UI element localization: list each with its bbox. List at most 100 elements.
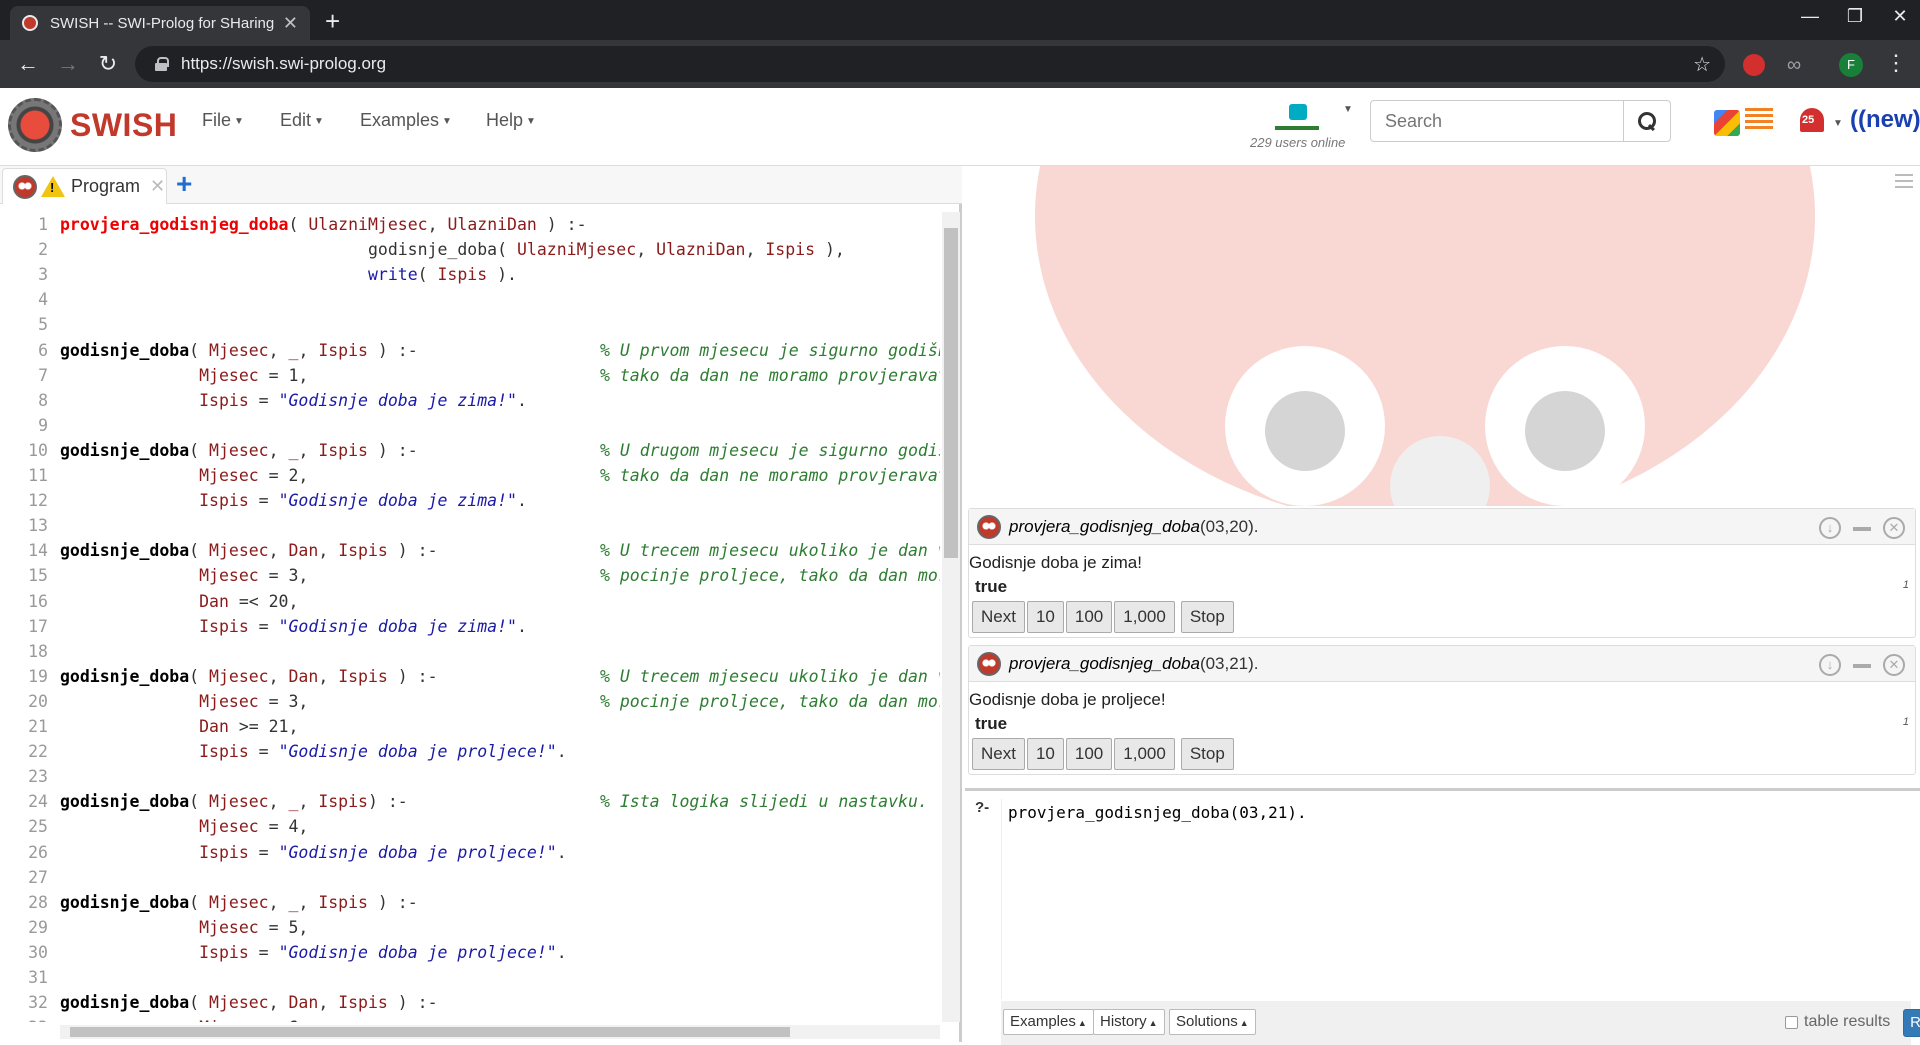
code-line[interactable]: 26 Ispis = "Godisnje doba je proljece!". [0,840,940,865]
code-line[interactable]: 29 Mjesec = 5, [0,915,940,940]
code-line[interactable]: 7 Mjesec = 1, % tako da dan ne moramo pro… [0,363,940,388]
next-100-button[interactable]: 100 [1065,738,1113,770]
close-circle-icon[interactable]: ✕ [1883,654,1905,676]
code-line[interactable]: 11 Mjesec = 2, % tako da dan ne moramo pr… [0,463,940,488]
next-10-button[interactable]: 10 [1026,738,1064,770]
download-icon[interactable]: ↓ [1819,654,1841,676]
code-line[interactable]: 28 godisnje_doba( Mjesec, _, Ispis ) :- [0,890,940,915]
hamburger-menu-icon[interactable] [1895,174,1913,192]
code-line[interactable]: 21 Dan >= 21, [0,714,940,739]
code-line[interactable]: 25 Mjesec = 4, [0,814,940,839]
menu-file[interactable]: File ▼ [202,110,244,131]
caret-down-icon[interactable]: ▼ [1833,118,1843,129]
line-number: 33 [0,1015,50,1022]
back-arrow-icon[interactable]: ← [14,50,42,78]
code-line[interactable]: 20 Mjesec = 3, % pocinje proljece, tako d… [0,689,940,714]
close-tab-icon[interactable]: ✕ [150,176,165,197]
adblock-extension-icon[interactable] [1743,54,1765,76]
editor-horizontal-scrollbar[interactable] [60,1025,940,1039]
browser-tab[interactable]: SWISH -- SWI-Prolog for SHaring ✕ [10,6,310,40]
menu-help[interactable]: Help ▼ [486,110,536,131]
search-input[interactable] [1370,100,1624,142]
run-button[interactable]: Run! [1903,1009,1920,1037]
tab-program[interactable]: Program ✕ [2,168,167,204]
whats-new-badge[interactable]: ((new)) [1850,106,1920,134]
scrollbar-thumb[interactable] [944,228,958,558]
code-line[interactable]: 4 [0,287,940,312]
code-line[interactable]: 9 [0,413,940,438]
close-window-button[interactable]: ✕ [1885,6,1915,27]
notifications-bell-icon[interactable]: 25 [1798,106,1828,138]
code-line[interactable]: 5 [0,312,940,337]
code-line[interactable]: 31 [0,965,940,990]
swish-logo[interactable]: SWISH [8,98,177,152]
minimize-window-button[interactable]: — [1795,6,1825,27]
code-line[interactable]: 2 godisnje_doba( UlazniMjesec, UlazniDan… [0,237,940,262]
code-line[interactable]: 27 [0,865,940,890]
browser-menu-icon[interactable]: ⋮ [1885,50,1907,76]
code-editor[interactable]: 1 provjera_godisnjeg_doba( UlazniMjesec, … [0,212,940,1022]
caret-down-icon: ▼ [314,115,324,127]
code-line[interactable]: 6 godisnje_doba( Mjesec, _, Ispis ) :- % U… [0,338,940,363]
code-line[interactable]: 1 provjera_godisnjeg_doba( UlazniMjesec, … [0,212,940,237]
examples-dropdown-button[interactable]: Examples ▲ [1003,1009,1094,1035]
code-line[interactable]: 14 godisnje_doba( Mjesec, Dan, Ispis ) :-… [0,538,940,563]
minimize-icon[interactable] [1853,664,1871,668]
code-line[interactable]: 17 Ispis = "Godisnje doba je zima!". [0,614,940,639]
caret-down-icon[interactable]: ▼ [1343,104,1353,115]
menu-edit[interactable]: Edit ▼ [280,110,324,131]
code-line[interactable]: 22 Ispis = "Godisnje doba je proljece!". [0,739,940,764]
solutions-dropdown-button[interactable]: Solutions ▲ [1169,1009,1256,1035]
next-100-button[interactable]: 100 [1065,601,1113,633]
next-button[interactable]: Next [972,738,1025,770]
line-number: 26 [28,842,48,862]
owl-icon [977,651,1001,676]
close-circle-icon[interactable]: ✕ [1883,517,1905,539]
table-results-checkbox[interactable] [1785,1015,1798,1029]
code-line[interactable]: 33 Mjesec = 6, [0,1015,940,1022]
download-icon[interactable]: ↓ [1819,517,1841,539]
editor-vertical-scrollbar[interactable] [942,212,960,1022]
code-line[interactable]: 10 godisnje_doba( Mjesec, _, Ispis ) :- % … [0,438,940,463]
code-line[interactable]: 19 godisnje_doba( Mjesec, Dan, Ispis ) :-… [0,664,940,689]
code-line[interactable]: 32 godisnje_doba( Mjesec, Dan, Ispis ) :- [0,990,940,1015]
profile-avatar[interactable]: F [1839,53,1863,77]
code-line[interactable]: 30 Ispis = "Godisnje doba je proljece!". [0,940,940,965]
google-login-icon[interactable] [1714,110,1740,136]
table-results-toggle[interactable]: table results [1785,1013,1890,1031]
table-results-label: table results [1804,1013,1891,1030]
add-tab-button[interactable]: + [176,168,192,200]
bookmark-star-icon[interactable]: ☆ [1693,52,1711,77]
minimize-icon[interactable] [1853,527,1871,531]
code-line[interactable]: 24 godisnje_doba( Mjesec, _, Ispis) :- % I… [0,789,940,814]
stop-button[interactable]: Stop [1180,738,1234,770]
code-line[interactable]: 16 Dan =< 20, [0,589,940,614]
infinity-extension-icon[interactable]: ∞ [1783,54,1805,76]
restore-window-button[interactable]: ❐ [1840,6,1870,27]
stop-button[interactable]: Stop [1180,601,1234,633]
next-1000-button[interactable]: 1,000 [1114,738,1175,770]
scrollbar-thumb[interactable] [70,1027,790,1037]
code-line[interactable]: 23 [0,764,940,789]
code-line[interactable]: 15 Mjesec = 3, % pocinje proljece, tako d… [0,563,940,588]
next-1000-button[interactable]: 1,000 [1114,601,1175,633]
next-button[interactable]: Next [972,601,1025,633]
next-10-button[interactable]: 10 [1026,601,1064,633]
code-line[interactable]: 13 [0,513,940,538]
code-line[interactable]: 18 [0,639,940,664]
query-editor[interactable]: provjera_godisnjeg_doba(03,21). [1001,799,1911,999]
code-line[interactable]: 8 Ispis = "Godisnje doba je zima!". [0,388,940,413]
new-tab-button[interactable]: + [325,8,340,34]
forward-arrow-icon[interactable]: → [54,50,82,78]
online-users-icon[interactable] [1275,102,1319,130]
search-button[interactable] [1623,100,1671,142]
stackoverflow-icon[interactable] [1745,108,1773,136]
history-dropdown-button[interactable]: History ▲ [1093,1009,1165,1035]
close-tab-icon[interactable]: ✕ [283,13,298,34]
menu-examples[interactable]: Examples ▼ [360,110,452,131]
address-bar[interactable]: https://swish.swi-prolog.org ☆ [135,46,1725,82]
code-line[interactable]: 3 write( Ispis ). [0,262,940,287]
code-line[interactable]: 12 Ispis = "Godisnje doba je zima!". [0,488,940,513]
reload-icon[interactable]: ↻ [94,50,122,78]
code-token: , [318,666,339,686]
